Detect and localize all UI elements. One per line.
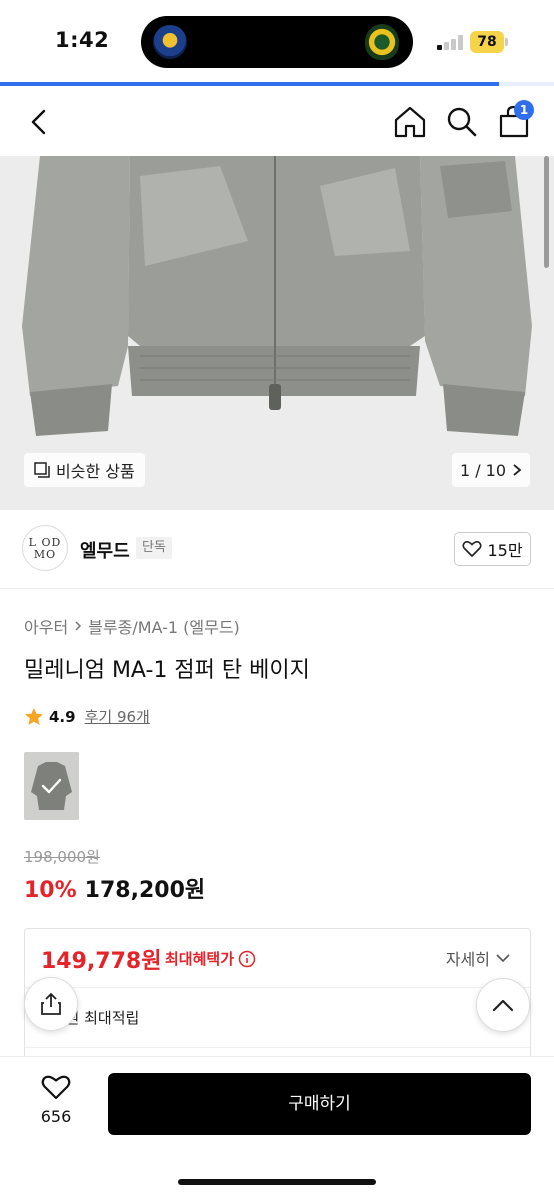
image-counter[interactable]: 1 / 10: [452, 453, 530, 487]
share-button[interactable]: [24, 977, 78, 1031]
home-indicator: [178, 1179, 376, 1185]
heart-icon: [41, 1075, 71, 1100]
brand-logo-mark: L OD MO: [28, 536, 62, 561]
benefit-detail-toggle[interactable]: 자세히: [446, 946, 510, 970]
breadcrumb: 아우터 블루종/MA-1 (엘무드): [24, 614, 240, 638]
color-option-thumbnail[interactable]: [24, 752, 79, 820]
jacket-thumbnail-image: [24, 752, 79, 820]
status-bar: 1:42 78: [0, 0, 554, 82]
scrollbar[interactable]: [544, 156, 549, 268]
divider: [25, 1047, 530, 1048]
similar-items-icon: [34, 462, 50, 478]
team-badge-icon: [365, 24, 399, 60]
breadcrumb-item[interactable]: 아우터: [24, 614, 68, 638]
team-badge-icon: [153, 25, 187, 59]
brand-name[interactable]: 엘무드: [80, 537, 130, 563]
benefit-detail-label: 자세히: [445, 950, 490, 969]
review-count-link[interactable]: 후기 96개: [85, 706, 150, 727]
similar-products-label: 비슷한 상품: [56, 462, 135, 481]
dynamic-island: [141, 16, 413, 68]
top-nav: [0, 86, 554, 156]
brand-logo[interactable]: L OD MO: [22, 525, 68, 571]
signal-icon: [437, 34, 465, 50]
info-icon: [238, 950, 256, 967]
sale-price-row: 10% 178,200원: [24, 872, 205, 904]
divider: [25, 987, 530, 988]
buy-button[interactable]: 구매하기: [108, 1073, 531, 1135]
clock: 1:42: [55, 28, 110, 52]
original-price: 198,000원: [24, 848, 100, 866]
search-icon[interactable]: [442, 102, 482, 142]
star-icon: [25, 708, 43, 725]
share-icon: [41, 993, 61, 1015]
best-benefit-label[interactable]: 최대혜택가: [165, 948, 256, 969]
similar-products-button[interactable]: 비슷한 상품: [24, 453, 145, 487]
chevron-right-icon: [513, 464, 522, 476]
breadcrumb-item[interactable]: 블루종/MA-1 (엘무드): [88, 614, 240, 638]
scroll-to-top-button[interactable]: [476, 978, 530, 1032]
best-benefit-price: 149,778원: [41, 949, 162, 974]
rating-score: 4.9: [49, 707, 76, 726]
chevron-down-icon: [496, 954, 510, 963]
battery-tip: [505, 38, 508, 46]
back-arrow-icon[interactable]: [22, 104, 58, 140]
exclusive-badge: 단독: [136, 537, 172, 559]
heart-icon: [462, 541, 482, 557]
home-icon[interactable]: [390, 102, 430, 142]
sale-price: 178,200원: [84, 878, 206, 903]
chevron-right-icon: [75, 621, 82, 631]
best-benefit-label-text: 최대혜택가: [165, 950, 235, 968]
wishlist-count: 656: [40, 1107, 72, 1126]
product-title: 밀레니엄 MA-1 점퍼 탄 베이지: [24, 658, 310, 683]
rating-summary[interactable]: 4.9 후기 96개: [24, 706, 150, 727]
divider: [0, 588, 554, 589]
discount-rate: 10%: [24, 878, 77, 903]
cart-count-badge: 1: [514, 100, 534, 120]
wishlist-button[interactable]: 656: [30, 1074, 82, 1126]
brand-like-button[interactable]: 15만: [454, 532, 531, 566]
brand-like-count: 15만: [487, 541, 523, 560]
battery-indicator: 78: [470, 31, 504, 53]
chevron-up-icon: [492, 999, 514, 1012]
image-counter-label: 1 / 10: [459, 460, 507, 480]
benefit-box: 149,778원 최대혜택가 자세히 …2원 최대적립: [24, 928, 531, 1068]
